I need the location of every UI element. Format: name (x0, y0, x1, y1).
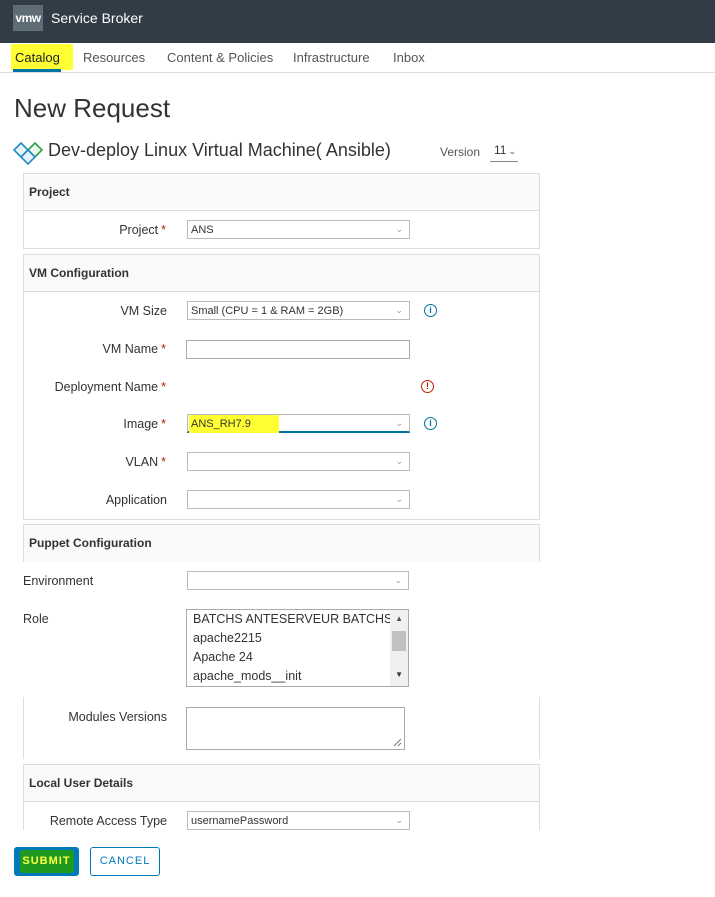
role-label: Role (23, 612, 49, 626)
deployment-name-label: Deployment Name * (54, 380, 166, 394)
project-value: ANS (191, 224, 214, 236)
active-tab-indicator (13, 69, 61, 72)
tab-content-policies[interactable]: Content & Policies (167, 50, 273, 65)
chevron-down-icon: ⌄ (395, 418, 403, 428)
vm-name-label: VM Name * (102, 342, 166, 356)
modules-versions-label: Modules Versions (68, 710, 167, 724)
chevron-down-icon: ⌄ (395, 494, 403, 504)
vm-name-input[interactable] (186, 340, 410, 359)
chevron-down-icon: ⌄ (394, 575, 402, 585)
image-label: Image * (123, 417, 166, 431)
error-icon[interactable]: ! (421, 380, 434, 393)
catalog-item-icon (13, 141, 43, 166)
scroll-up-arrow-icon[interactable]: ▲ (395, 614, 403, 623)
environment-select[interactable]: ⌄ (187, 571, 409, 590)
scroll-down-arrow-icon[interactable]: ▼ (395, 670, 403, 679)
remote-access-type-value: usernamePassword (191, 815, 289, 827)
list-item[interactable]: Apache 24 (193, 650, 253, 664)
application-select[interactable]: ⌄ (187, 490, 410, 509)
tab-catalog[interactable]: Catalog (15, 50, 60, 65)
chevron-down-icon: ⌄ (395, 815, 403, 825)
vm-size-select[interactable]: Small (CPU = 1 & RAM = 2GB) ⌄ (187, 301, 410, 320)
section-title-local-user: Local User Details (24, 765, 539, 802)
tab-resources[interactable]: Resources (83, 50, 145, 65)
cancel-button[interactable]: CANCEL (90, 847, 160, 876)
chevron-down-icon: ⌄ (395, 305, 403, 315)
list-item[interactable]: BATCHS ANTESERVEUR BATCHS (193, 612, 392, 626)
role-listbox[interactable]: BATCHS ANTESERVEUR BATCHS apache2215 Apa… (186, 609, 409, 687)
puppet-config-section: Puppet Configuration (23, 524, 540, 562)
vm-size-label: VM Size (120, 304, 167, 318)
remote-access-type-select[interactable]: usernamePassword ⌄ (187, 811, 410, 830)
image-select[interactable]: ANS_RH7.9 ⌄ (187, 414, 410, 433)
submit-button[interactable]: SUBMIT (14, 847, 79, 876)
info-icon[interactable]: i (424, 304, 437, 317)
list-item[interactable]: apache2215 (193, 631, 262, 645)
environment-label: Environment (23, 574, 94, 588)
image-value: ANS_RH7.9 (191, 418, 251, 430)
project-select[interactable]: ANS ⌄ (187, 220, 410, 239)
catalog-item-title: Dev-deploy Linux Virtual Machine( Ansibl… (48, 140, 391, 160)
application-label: Application (105, 493, 167, 507)
scroll-thumb[interactable] (392, 631, 406, 651)
app-title[interactable]: Service Broker (51, 10, 143, 26)
list-item[interactable]: apache_mods__init (193, 669, 301, 683)
submit-label: SUBMIT (22, 855, 71, 867)
info-icon[interactable]: i (424, 417, 437, 430)
tab-infrastructure[interactable]: Infrastructure (293, 50, 370, 65)
chevron-down-icon: ⌄ (395, 224, 403, 234)
chevron-down-icon: ⌄ (508, 146, 516, 156)
section-title-puppet-config: Puppet Configuration (24, 525, 539, 562)
version-label: Version (440, 145, 481, 159)
vm-size-value: Small (CPU = 1 & RAM = 2GB) (191, 305, 344, 317)
modules-versions-textarea[interactable] (186, 707, 405, 750)
project-label: Project * (119, 223, 166, 237)
vmware-logo[interactable]: vmw (13, 5, 43, 31)
version-select[interactable]: 11 ⌄ (490, 143, 518, 162)
vlan-label: VLAN * (125, 455, 166, 469)
version-value: 11 (494, 143, 507, 157)
chevron-down-icon: ⌄ (395, 456, 403, 466)
section-title-project: Project (24, 174, 539, 211)
section-title-vm-config: VM Configuration (24, 255, 539, 292)
tab-inbox[interactable]: Inbox (393, 50, 425, 65)
vlan-select[interactable]: ⌄ (187, 452, 410, 471)
resize-handle-icon[interactable] (393, 738, 402, 747)
remote-access-type-label: Remote Access Type (49, 814, 167, 828)
top-bar: vmw Service Broker (0, 0, 715, 43)
page-title: New Request (14, 93, 171, 123)
role-scrollbar[interactable]: ▲ ▼ (390, 610, 408, 686)
